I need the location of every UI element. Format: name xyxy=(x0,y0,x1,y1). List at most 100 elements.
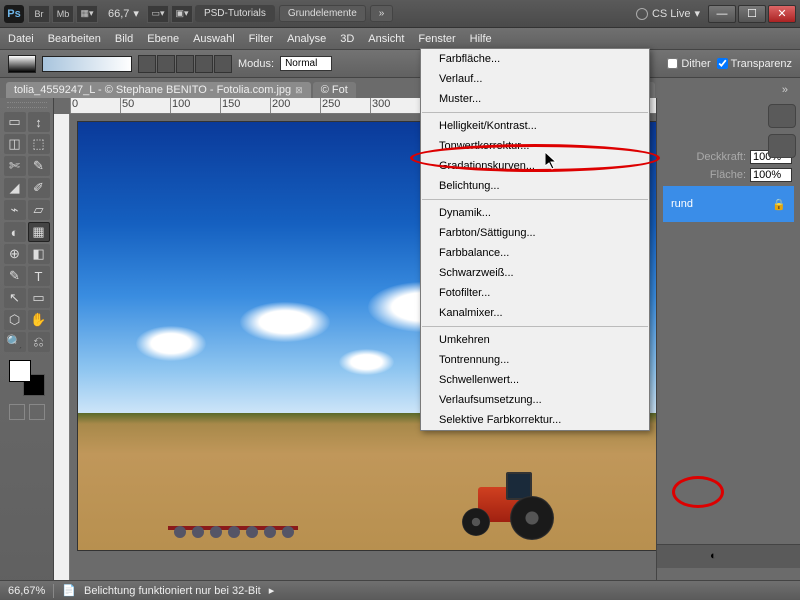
modus-select[interactable]: Normal xyxy=(280,56,332,71)
dodge-tool[interactable]: ◧ xyxy=(28,244,50,264)
hand-tool[interactable]: ✋ xyxy=(28,310,50,330)
blur-tool[interactable]: ⊕ xyxy=(4,244,26,264)
panels-area: Deckkraft:100% Fläche:100% rund 🔒 ◐ xyxy=(656,98,800,600)
menu-farbflaeche[interactable]: Farbfläche... xyxy=(421,49,649,69)
cs-live[interactable]: CS Live▾ xyxy=(636,7,700,20)
close-button[interactable]: ✕ xyxy=(768,5,796,23)
menu-schwarzweiss[interactable]: Schwarzweiß... xyxy=(421,263,649,283)
tool-preset[interactable] xyxy=(8,55,36,73)
view-button[interactable]: ▭▾ xyxy=(147,5,169,23)
menu-fotofilter[interactable]: Fotofilter... xyxy=(421,283,649,303)
menu-dynamik[interactable]: Dynamik... xyxy=(421,203,649,223)
3d-tool[interactable]: ⬡ xyxy=(4,310,26,330)
menu-ansicht[interactable]: Ansicht xyxy=(368,33,404,45)
shape-tool[interactable]: ▭ xyxy=(28,288,50,308)
layer-row[interactable]: rund 🔒 xyxy=(663,186,794,222)
pen-tool[interactable]: ✎ xyxy=(4,266,26,286)
dock-icon-2[interactable] xyxy=(768,134,796,158)
menu-tontrennung[interactable]: Tontrennung... xyxy=(421,350,649,370)
history-brush-tool[interactable]: ▱ xyxy=(28,200,50,220)
minimize-button[interactable]: — xyxy=(708,5,736,23)
layout-button[interactable]: ▦▾ xyxy=(76,5,98,23)
menu-helligkeit-kontrast[interactable]: Helligkeit/Kontrast... xyxy=(421,116,649,136)
menu-verlaufsumsetzung[interactable]: Verlaufsumsetzung... xyxy=(421,390,649,410)
move-tool[interactable]: ▭ xyxy=(4,112,26,132)
gradient-tool[interactable]: ▦ xyxy=(28,222,50,242)
lasso-tool[interactable]: ◫ xyxy=(4,134,26,154)
foreground-background-colors[interactable] xyxy=(9,360,45,396)
stamp-tool[interactable]: ⌁ xyxy=(4,200,26,220)
document-tab-1[interactable]: tolia_4559247_L - © Stephane BENITO - Fo… xyxy=(6,82,311,98)
type-tool[interactable]: T xyxy=(28,266,50,286)
tabs-overflow[interactable]: » xyxy=(776,82,794,98)
vertical-ruler[interactable] xyxy=(54,114,70,594)
fx-button[interactable] xyxy=(665,550,680,564)
menu-umkehren[interactable]: Umkehren xyxy=(421,330,649,350)
trash-button[interactable] xyxy=(778,550,793,564)
eraser-tool[interactable]: ◐ xyxy=(4,222,26,242)
quickmask-mode[interactable] xyxy=(29,404,45,420)
menu-analyse[interactable]: Analyse xyxy=(287,33,326,45)
menu-filter[interactable]: Filter xyxy=(249,33,273,45)
menu-farbton-saettigung[interactable]: Farbton/Sättigung... xyxy=(421,223,649,243)
menu-ebene[interactable]: Ebene xyxy=(147,33,179,45)
maximize-button[interactable]: ☐ xyxy=(738,5,766,23)
dock-icon-1[interactable] xyxy=(768,104,796,128)
eyedropper-tool[interactable]: ✎ xyxy=(28,156,50,176)
gradient-diamond[interactable] xyxy=(214,55,232,73)
status-zoom[interactable]: 66,67% xyxy=(8,585,45,597)
bridge-button[interactable]: Br xyxy=(28,5,50,23)
menu-muster[interactable]: Muster... xyxy=(421,89,649,109)
menu-schwellenwert[interactable]: Schwellenwert... xyxy=(421,370,649,390)
menu-bearbeiten[interactable]: Bearbeiten xyxy=(48,33,101,45)
menu-bild[interactable]: Bild xyxy=(115,33,133,45)
status-bar: 66,67% 📄 Belichtung funktioniert nur bei… xyxy=(0,580,800,600)
menu-kanalmixer[interactable]: Kanalmixer... xyxy=(421,303,649,323)
document-tab-2[interactable]: © Fot xyxy=(313,82,356,98)
rotate-tool[interactable]: ⎌ xyxy=(28,332,50,352)
minibridge-button[interactable]: Mb xyxy=(52,5,74,23)
foreground-color[interactable] xyxy=(9,360,31,382)
zoom-tool[interactable]: 🔍 xyxy=(4,332,26,352)
fill-label: Fläche: xyxy=(710,169,746,181)
crop-tool[interactable]: ✄ xyxy=(4,156,26,176)
menu-datei[interactable]: Datei xyxy=(8,33,34,45)
panel-grip[interactable] xyxy=(7,102,47,108)
adjustment-button[interactable]: ◐ xyxy=(710,550,725,564)
menu-farbbalance[interactable]: Farbbalance... xyxy=(421,243,649,263)
menu-fenster[interactable]: Fenster xyxy=(418,33,455,45)
menu-gradationskurven[interactable]: Gradationskurven... xyxy=(421,156,649,176)
menu-hilfe[interactable]: Hilfe xyxy=(470,33,492,45)
workspace-grundelemente[interactable]: Grundelemente xyxy=(279,5,366,22)
path-tool[interactable]: ↖ xyxy=(4,288,26,308)
dither-checkbox[interactable]: Dither xyxy=(667,58,710,70)
fill-value[interactable]: 100% xyxy=(750,168,792,182)
workspace-more[interactable]: » xyxy=(370,5,394,22)
new-layer-button[interactable] xyxy=(755,550,770,564)
app-logo: Ps xyxy=(4,5,24,23)
wand-tool[interactable]: ⬚ xyxy=(28,134,50,154)
standard-mode[interactable] xyxy=(9,404,25,420)
gradient-linear[interactable] xyxy=(138,55,156,73)
screen-button[interactable]: ▣▾ xyxy=(171,5,193,23)
gradient-angle[interactable] xyxy=(176,55,194,73)
transparenz-checkbox[interactable]: Transparenz xyxy=(717,58,792,70)
gradient-preview[interactable] xyxy=(42,56,132,72)
gradient-reflected[interactable] xyxy=(195,55,213,73)
heal-tool[interactable]: ◢ xyxy=(4,178,26,198)
gradient-radial[interactable] xyxy=(157,55,175,73)
zoom-display[interactable]: 66,7▾ xyxy=(108,7,139,20)
menu-belichtung[interactable]: Belichtung... xyxy=(421,176,649,196)
brush-tool[interactable]: ✐ xyxy=(28,178,50,198)
mask-button[interactable] xyxy=(688,550,703,564)
workspace-psd-tutorials[interactable]: PSD-Tutorials xyxy=(195,5,275,22)
menu-3d[interactable]: 3D xyxy=(340,33,354,45)
opacity-label: Deckkraft: xyxy=(696,151,746,163)
menu-tonwertkorrektur[interactable]: Tonwertkorrektur... xyxy=(421,136,649,156)
menu-auswahl[interactable]: Auswahl xyxy=(193,33,235,45)
tab-close-icon[interactable]: ⊠ xyxy=(295,85,303,96)
marquee-tool[interactable]: ↕ xyxy=(28,112,50,132)
menu-verlauf[interactable]: Verlauf... xyxy=(421,69,649,89)
folder-button[interactable] xyxy=(733,550,748,564)
menu-selektive-farbkorrektur[interactable]: Selektive Farbkorrektur... xyxy=(421,410,649,430)
